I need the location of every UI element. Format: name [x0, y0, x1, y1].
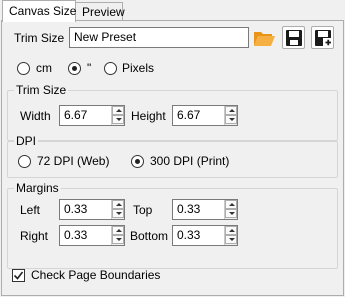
trim-size-label: Trim Size	[14, 31, 65, 45]
height-spinner-arrows	[224, 106, 237, 125]
dpi-72-label: 72 DPI (Web)	[37, 154, 110, 168]
left-margin-decrement-button[interactable]	[112, 209, 124, 218]
dpi-72-radio[interactable]	[18, 155, 31, 168]
dpi-300-label: 300 DPI (Print)	[150, 154, 230, 168]
bottom-margin-decrement-button[interactable]	[225, 235, 237, 244]
width-spinner[interactable]: 6.67	[59, 105, 125, 126]
right-margin-spinner[interactable]: 0.33	[59, 225, 125, 246]
width-increment-button[interactable]	[112, 106, 124, 115]
dpi-300-radio[interactable]	[131, 155, 144, 168]
checkmark-icon	[13, 271, 24, 280]
save-new-preset-button[interactable]	[311, 26, 334, 49]
top-margin-spinner[interactable]: 0.33	[172, 199, 238, 220]
width-decrement-button[interactable]	[112, 115, 124, 124]
height-label: Height	[131, 109, 166, 123]
tab-preview[interactable]: Preview	[75, 2, 125, 21]
preset-name-input[interactable]: New Preset	[69, 27, 249, 48]
tab-preview-label: Preview	[82, 5, 125, 19]
height-increment-button[interactable]	[225, 106, 237, 115]
preset-name-value: New Preset	[74, 30, 137, 44]
right-margin-label: Right	[20, 229, 49, 243]
top-margin-label: Top	[133, 203, 153, 217]
trim-size-group-title: Trim Size	[14, 83, 69, 97]
right-margin-arrows	[111, 226, 124, 245]
units-cm-label: cm	[36, 61, 52, 75]
units-cm-radio[interactable]	[17, 62, 30, 75]
canvas-size-panel: Trim Size New Preset cm " Pixels Trim Si…	[1, 20, 344, 296]
height-spinner[interactable]: 6.67	[172, 105, 238, 126]
units-inches-radio[interactable]	[68, 62, 81, 75]
top-margin-decrement-button[interactable]	[225, 209, 237, 218]
bottom-margin-label: Bottom	[130, 229, 169, 243]
units-pixels-radio[interactable]	[104, 62, 117, 75]
right-margin-increment-button[interactable]	[112, 226, 124, 235]
save-new-icon	[315, 30, 332, 47]
dpi-group-title: DPI	[14, 134, 39, 148]
tab-bar: Canvas Size Preview	[0, 0, 345, 22]
top-margin-arrows	[224, 200, 237, 219]
left-margin-increment-button[interactable]	[112, 200, 124, 209]
open-preset-button[interactable]	[252, 26, 276, 50]
margins-group-title: Margins	[14, 181, 61, 195]
width-label: Width	[20, 109, 51, 123]
radio-selected-dot	[72, 66, 77, 71]
tab-canvas-size-label: Canvas Size	[9, 4, 77, 18]
height-decrement-button[interactable]	[225, 115, 237, 124]
bottom-margin-arrows	[224, 226, 237, 245]
units-inches-label: "	[87, 61, 92, 75]
width-spinner-arrows	[111, 106, 124, 125]
left-margin-spinner[interactable]: 0.33	[59, 199, 125, 220]
save-preset-button[interactable]	[282, 26, 305, 49]
left-margin-label: Left	[20, 203, 41, 217]
left-margin-arrows	[111, 200, 124, 219]
save-icon	[286, 30, 302, 46]
top-margin-increment-button[interactable]	[225, 200, 237, 209]
radio-selected-dot	[135, 159, 140, 164]
bottom-margin-increment-button[interactable]	[225, 226, 237, 235]
right-margin-decrement-button[interactable]	[112, 235, 124, 244]
check-page-boundaries-checkbox[interactable]	[12, 269, 25, 282]
units-pixels-label: Pixels	[122, 61, 155, 75]
folder-open-icon	[254, 32, 275, 46]
tab-canvas-size[interactable]: Canvas Size	[2, 0, 76, 22]
check-page-boundaries-label: Check Page Boundaries	[31, 268, 161, 282]
bottom-margin-spinner[interactable]: 0.33	[172, 225, 238, 246]
